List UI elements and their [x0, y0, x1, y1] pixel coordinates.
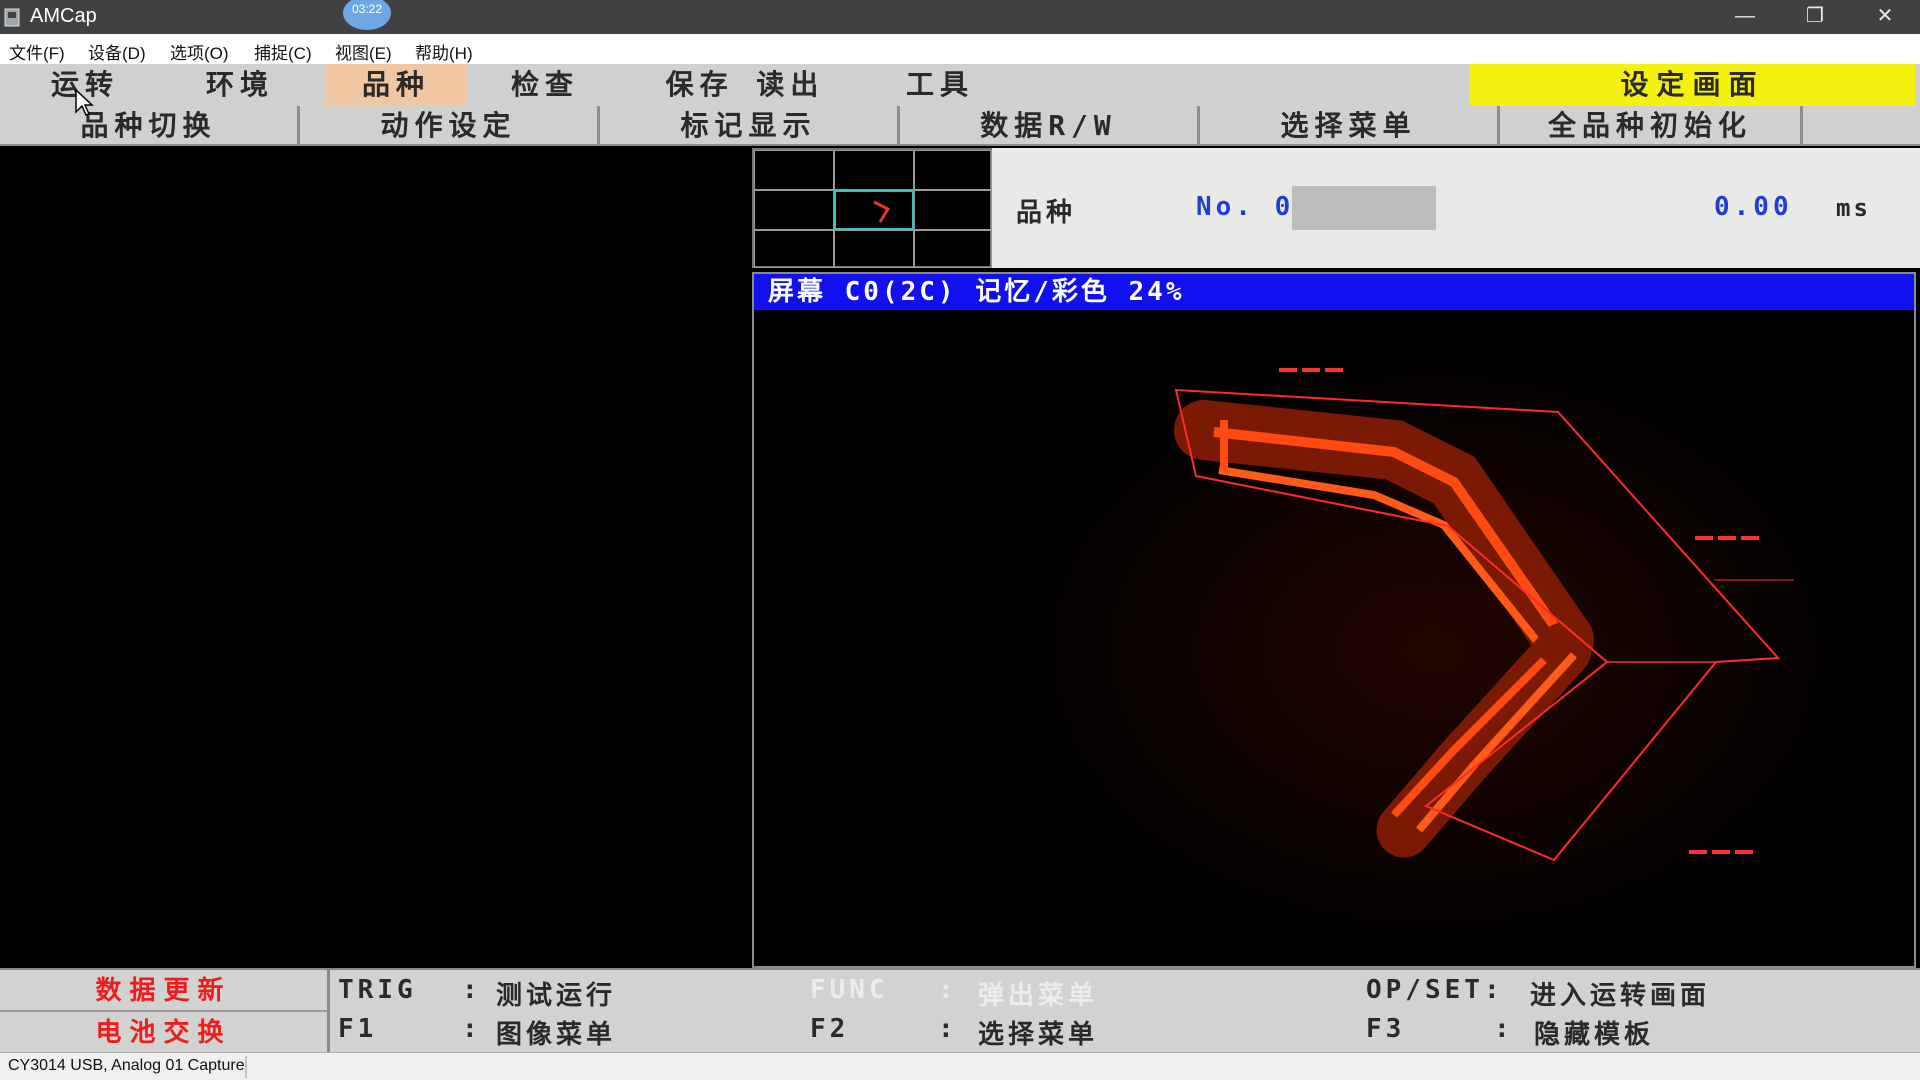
tab-product[interactable]: 品种: [325, 64, 467, 106]
tab-environment[interactable]: 环境: [175, 64, 305, 106]
f3-key: F3: [1366, 1014, 1406, 1044]
tab-save-load[interactable]: 保存 读出: [640, 64, 850, 106]
restore-button[interactable]: ❐: [1780, 0, 1850, 34]
menu-help[interactable]: 帮助(H): [415, 39, 473, 64]
tab-inspect[interactable]: 检查: [480, 64, 610, 106]
menu-device[interactable]: 设备(D): [88, 39, 146, 64]
func-sep: :: [938, 975, 958, 1005]
f1-action: 图像菜单: [496, 1020, 617, 1050]
f2-sep: :: [938, 1014, 958, 1044]
f1-sep: :: [462, 1014, 482, 1044]
thumbnail-active-cell[interactable]: [834, 190, 914, 230]
f1-key: F1: [338, 1014, 378, 1044]
tab-tools[interactable]: 工具: [875, 64, 1005, 106]
thumbnail-grid[interactable]: [752, 148, 992, 268]
trig-sep: :: [462, 975, 482, 1005]
subtab-mark-display[interactable]: 标记显示: [600, 106, 900, 146]
func-key: FUNC: [810, 975, 889, 1005]
status-separator: [245, 1056, 247, 1078]
time-value: 0.00: [1714, 192, 1793, 222]
camera-header: 屏幕 C0(2C) 记忆/彩色 24%: [754, 274, 1914, 310]
f3-action: 隐藏模板: [1534, 1020, 1655, 1050]
status-text: CY3014 USB, Analog 01 Capture: [8, 1057, 245, 1074]
time-unit: ms: [1836, 194, 1871, 222]
menu-bar: 文件(F) 设备(D) 选项(O) 捕捉(C) 视图(E) 帮助(H): [0, 34, 1920, 64]
window-title: AMCap: [30, 5, 97, 27]
thumbnail-part-icon: [873, 200, 891, 223]
clock-badge: 03:22: [343, 0, 391, 30]
subtab-product-switch[interactable]: 品种切换: [0, 106, 300, 146]
f2-key: F2: [810, 1014, 850, 1044]
subtab-select-menu[interactable]: 选择菜单: [1200, 106, 1500, 146]
opset-sep: :: [1484, 975, 1504, 1005]
subtab-init-all[interactable]: 全品种初始化: [1500, 106, 1803, 146]
trig-key: TRIG: [338, 975, 417, 1005]
title-bar: AMCap 03:22 — ❐ ✕: [0, 0, 1920, 34]
sub-tab-bar: 品种切换 动作设定 标记显示 数据R/W 选择菜单 全品种初始化: [0, 106, 1920, 146]
function-key-bar: 数据更新 电池交换 TRIG : 测试运行 FUNC : 弹出菜单 OP/SET…: [0, 968, 1920, 1054]
f2-action: 选择菜单: [978, 1020, 1099, 1050]
menu-view[interactable]: 视图(E): [335, 39, 392, 64]
camera-image: [754, 310, 1914, 966]
opset-key: OP/SET: [1366, 975, 1484, 1005]
subtab-data-rw[interactable]: 数据R/W: [900, 106, 1200, 146]
left-image-area: [0, 148, 752, 966]
product-name-field[interactable]: [1292, 186, 1436, 230]
func-action: 弹出菜单: [978, 981, 1099, 1011]
product-info-panel: 品种 No. 001 0.00 ms: [992, 148, 1920, 268]
data-update-button[interactable]: 数据更新: [0, 970, 330, 1012]
opset-action: 进入运转画面: [1530, 981, 1711, 1011]
menu-options[interactable]: 选项(O): [170, 39, 229, 64]
close-button[interactable]: ✕: [1850, 0, 1920, 34]
camera-view: 屏幕 C0(2C) 记忆/彩色 24%: [752, 272, 1916, 968]
f3-sep: :: [1494, 1014, 1514, 1044]
main-tab-bar: 运转 环境 品种 检查 保存 读出 工具 设定画面: [0, 64, 1920, 106]
product-label: 品种: [1016, 198, 1077, 228]
setting-screen-indicator[interactable]: 设定画面: [1470, 64, 1915, 106]
trig-action: 测试运行: [496, 981, 617, 1011]
subtab-action-setting[interactable]: 动作设定: [300, 106, 600, 146]
menu-file[interactable]: 文件(F): [9, 39, 65, 64]
status-bar: CY3014 USB, Analog 01 Capture: [0, 1052, 1920, 1080]
minimize-button[interactable]: —: [1710, 0, 1780, 34]
battery-replace-button[interactable]: 电池交换: [0, 1012, 330, 1054]
app-icon: [3, 6, 21, 28]
menu-capture[interactable]: 捕捉(C): [254, 39, 312, 64]
mouse-cursor-icon: [75, 88, 94, 116]
